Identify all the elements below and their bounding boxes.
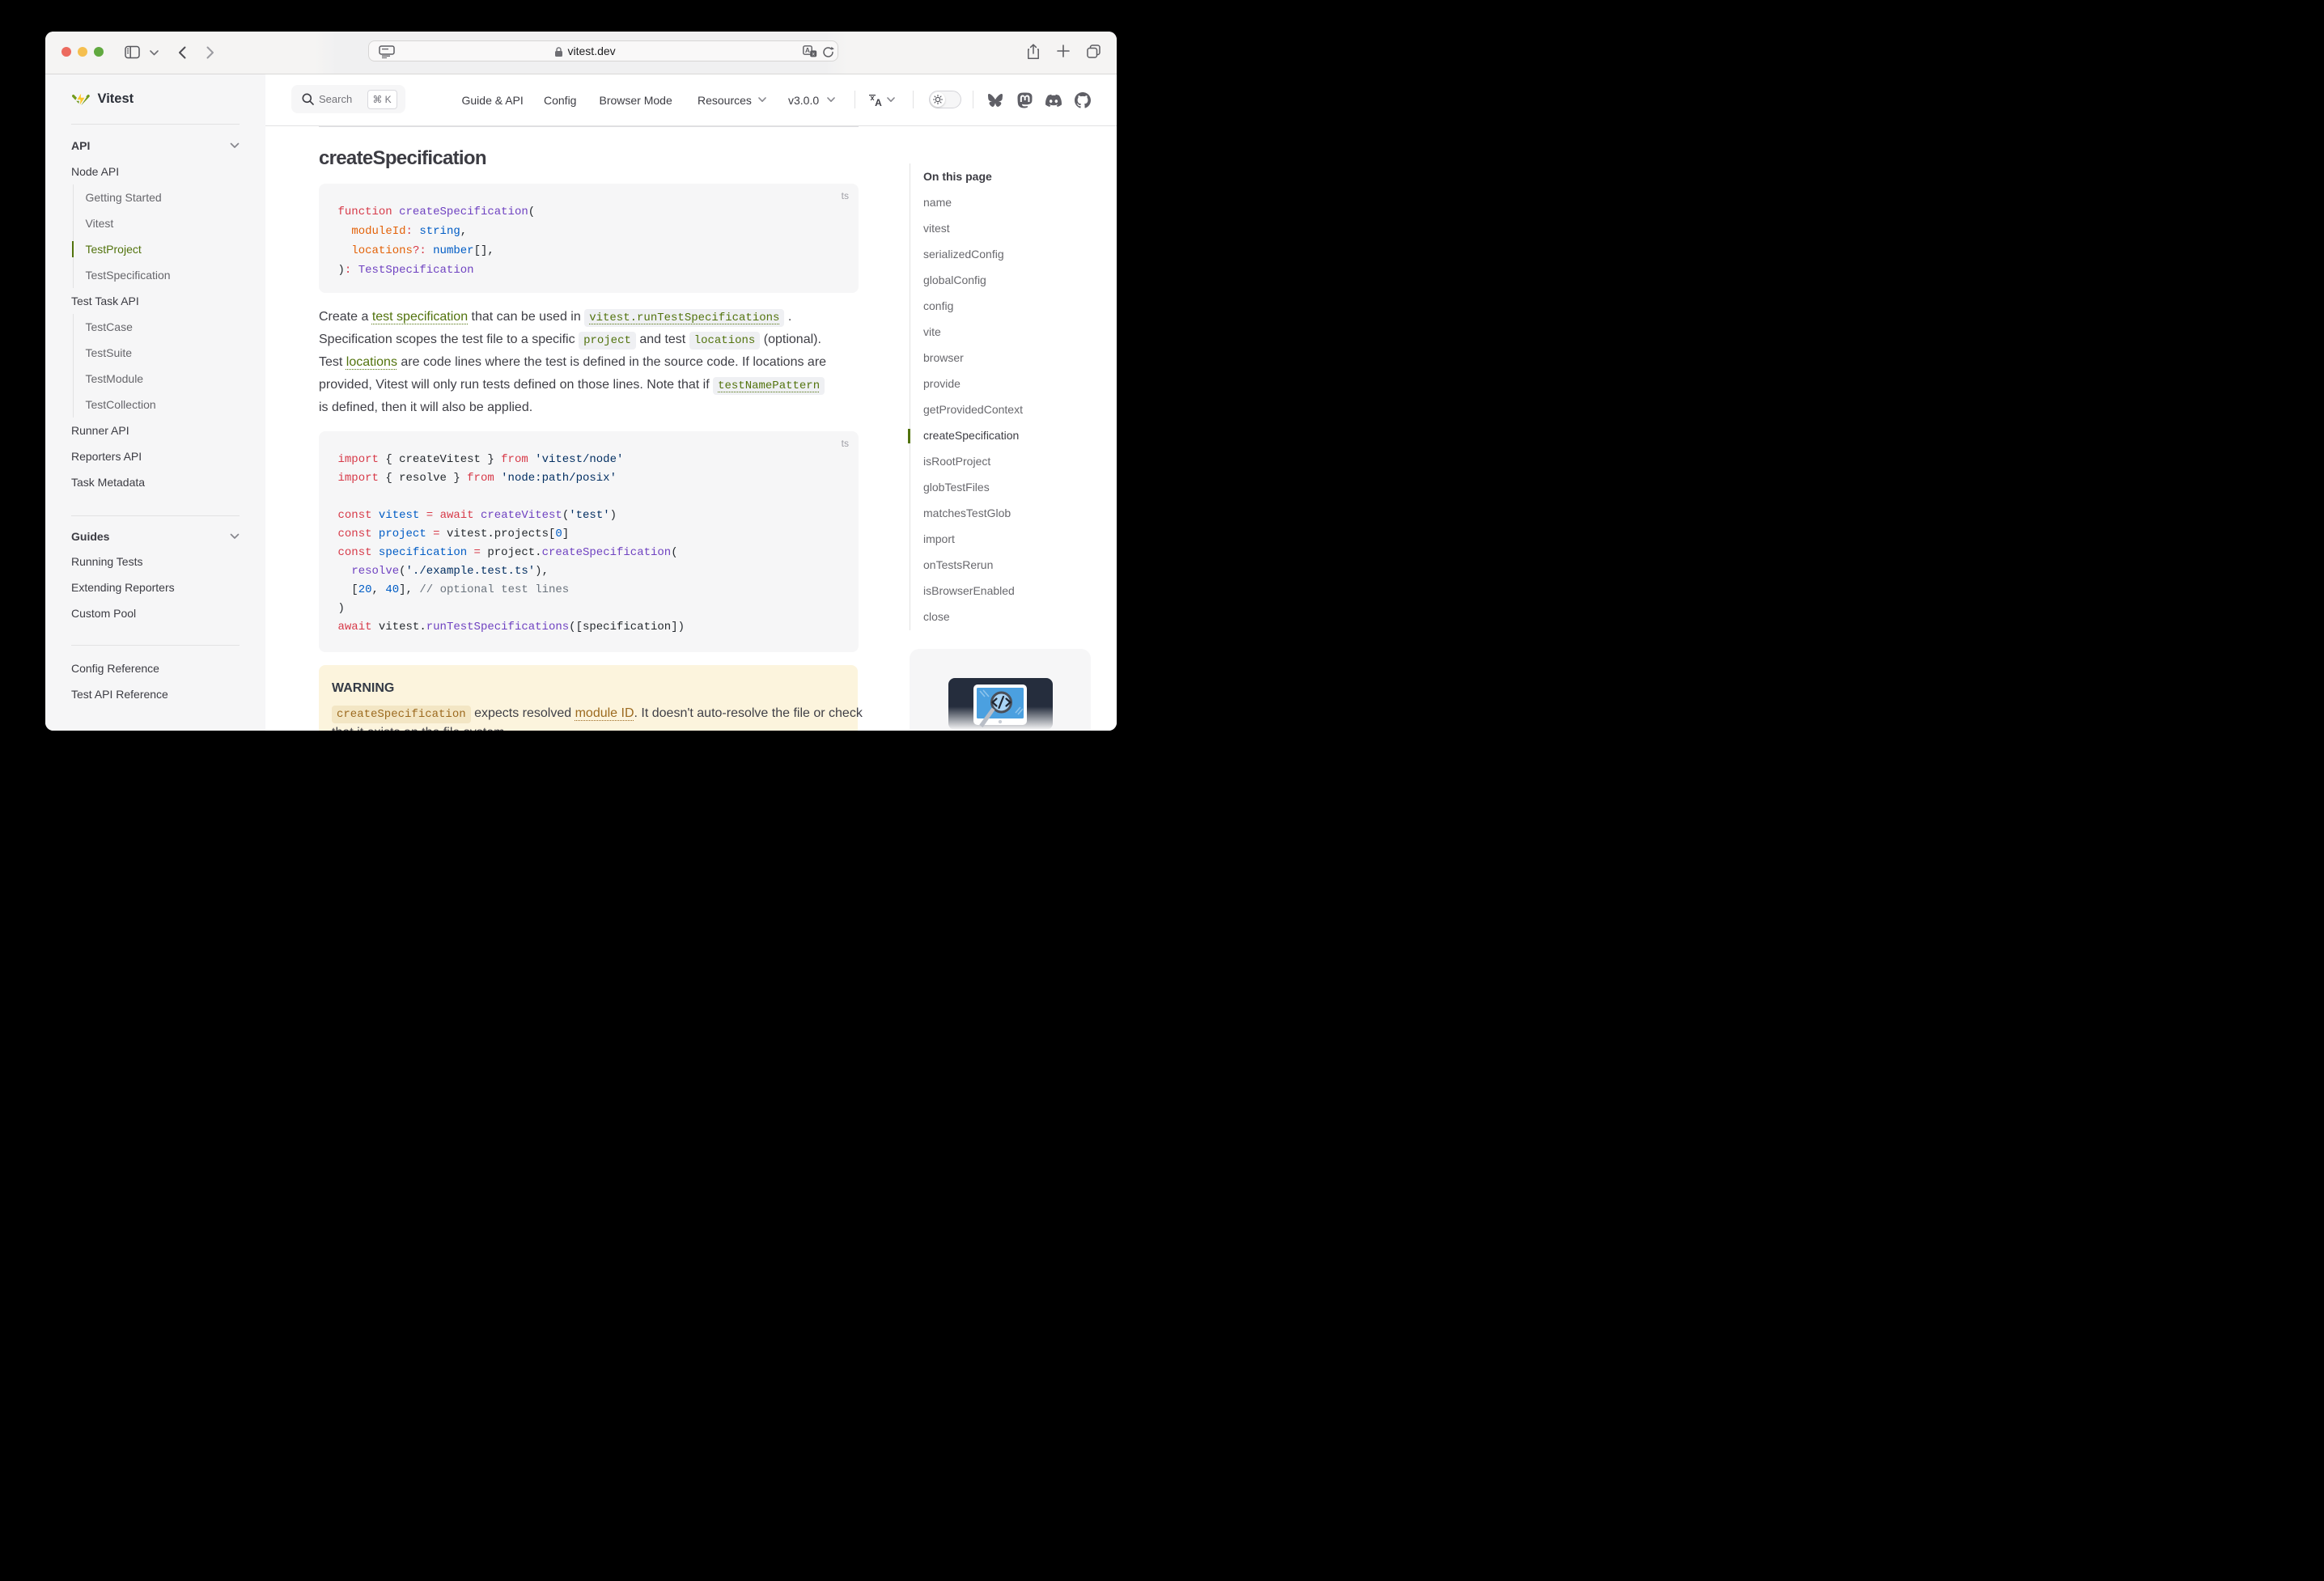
svg-text:A: A	[804, 46, 809, 54]
svg-text:A: A	[875, 97, 882, 108]
